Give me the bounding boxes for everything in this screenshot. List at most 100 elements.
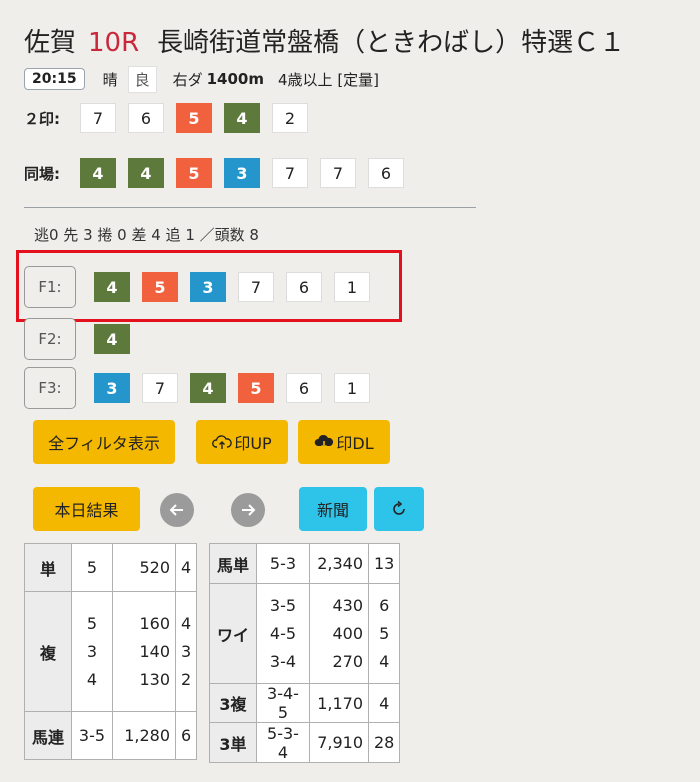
arrow-right-icon xyxy=(242,504,256,516)
divider xyxy=(24,207,476,208)
combo: 5 xyxy=(71,543,113,592)
race-info: 20:15 晴 良 右ダ 1400m 4歳以上 [定量] xyxy=(24,65,379,93)
horse-num: 7 xyxy=(142,373,178,403)
table-row: 3複 3-4-5 1,170 4 xyxy=(209,683,401,723)
popularity: 5 xyxy=(379,623,390,643)
conditions: 4歳以上 [定量] xyxy=(278,70,380,89)
course: 右ダ xyxy=(172,70,203,89)
table-row: 馬連 3-5 1,280 6 xyxy=(24,711,198,760)
combo: 5-3-4 xyxy=(256,722,310,763)
refresh-icon xyxy=(393,500,405,515)
amount: 7,910 xyxy=(309,722,369,763)
horse-num: 4 xyxy=(94,324,130,354)
bet-type: 複 xyxy=(24,591,72,712)
popularity: 4 xyxy=(174,543,198,592)
popularity: 28 xyxy=(367,722,401,763)
today-results-button[interactable]: 本日結果 xyxy=(33,487,140,531)
horse-num: 5 xyxy=(176,103,212,133)
horse-num: 7 xyxy=(320,158,356,188)
table-row: 3単 5-3-4 7,910 28 xyxy=(209,722,401,763)
horse-num: 6 xyxy=(286,373,322,403)
race-title: 佐賀 10R 長崎街道常盤橋（ときわばし）特選Ｃ１ xyxy=(24,22,625,59)
highlight-box xyxy=(16,250,402,322)
mark-dl-label: 印DL xyxy=(336,434,374,453)
amount: 400 xyxy=(332,623,363,643)
mark-up-label: 印UP xyxy=(234,434,272,453)
cloud-download-icon xyxy=(314,434,334,450)
newspaper-label: 新聞 xyxy=(316,501,349,520)
table-row: 複 5 3 4 160 140 130 4 3 2 xyxy=(24,591,198,712)
combo: 4 xyxy=(86,669,98,689)
post-time: 20:15 xyxy=(24,68,85,90)
today-results-label: 本日結果 xyxy=(54,501,119,520)
amount: 520 xyxy=(112,543,176,592)
table-row: 単 5 520 4 xyxy=(24,543,198,592)
filter-row-f3: F3: 3 7 4 5 6 1 xyxy=(24,367,382,409)
amount: 160 xyxy=(139,613,170,633)
amount: 430 xyxy=(332,595,363,615)
horse-num: 4 xyxy=(80,158,116,188)
combo-list: 3-5 4-5 3-4 xyxy=(256,583,310,684)
combo: 5 xyxy=(86,613,98,633)
arrow-left-icon xyxy=(169,504,183,516)
amount: 1,280 xyxy=(112,711,176,760)
popularity: 4 xyxy=(379,651,390,671)
doujo-row: 同場: 4 4 5 3 7 7 6 xyxy=(24,158,416,188)
horse-num: 4 xyxy=(224,103,260,133)
bet-type: 馬単 xyxy=(209,543,257,584)
table-row: ワイ 3-5 4-5 3-4 430 400 270 6 5 4 xyxy=(209,583,401,684)
bet-type: 馬連 xyxy=(24,711,72,760)
popularity: 4 xyxy=(367,683,401,723)
mark-dl-button[interactable]: 印DL xyxy=(298,420,390,464)
mark-up-button[interactable]: 印UP xyxy=(196,420,288,464)
combo-list: 5 3 4 xyxy=(71,591,113,712)
combo: 3-5 xyxy=(71,711,113,760)
popularity-list: 6 5 4 xyxy=(367,583,401,684)
amount-list: 160 140 130 xyxy=(112,591,176,712)
combo: 3-4-5 xyxy=(256,683,310,723)
filter-f3-button[interactable]: F3: xyxy=(24,367,76,409)
amount: 140 xyxy=(139,641,170,661)
venue-name: 佐賀 xyxy=(24,28,77,58)
horse-num: 7 xyxy=(80,103,116,133)
newspaper-button[interactable]: 新聞 xyxy=(299,487,367,531)
track-condition: 良 xyxy=(127,65,157,93)
horse-num: 6 xyxy=(128,103,164,133)
horse-num: 7 xyxy=(272,158,308,188)
amount: 270 xyxy=(332,651,363,671)
next-arrow-button[interactable] xyxy=(231,493,265,527)
combo: 3-4 xyxy=(269,651,297,671)
all-filter-button[interactable]: 全フィルタ表示 xyxy=(33,420,175,464)
horse-num: 1 xyxy=(334,373,370,403)
popularity: 2 xyxy=(181,669,192,689)
all-filter-label: 全フィルタ表示 xyxy=(48,434,160,453)
horse-num: 6 xyxy=(368,158,404,188)
nijirushi-row: ２印: 7 6 5 4 2 xyxy=(24,103,320,133)
cloud-upload-icon xyxy=(212,434,233,450)
payout-table-right: 馬単 5-3 2,340 13 ワイ 3-5 4-5 3-4 430 400 2… xyxy=(209,543,401,763)
row-label: ２印: xyxy=(24,109,60,128)
filter-f2-button[interactable]: F2: xyxy=(24,318,76,360)
bet-type: 3単 xyxy=(209,722,257,763)
race-number: 10R xyxy=(88,28,140,58)
popularity: 4 xyxy=(181,613,192,633)
bet-type: 3複 xyxy=(209,683,257,723)
popularity: 6 xyxy=(174,711,198,760)
bet-type: ワイ xyxy=(209,583,257,684)
refresh-button[interactable] xyxy=(374,487,424,531)
horse-num: 4 xyxy=(128,158,164,188)
horse-num: 2 xyxy=(272,103,308,133)
popularity: 6 xyxy=(379,595,390,615)
prev-arrow-button[interactable] xyxy=(160,493,194,527)
combo: 4-5 xyxy=(269,623,297,643)
payout-table-left: 単 5 520 4 複 5 3 4 160 140 130 4 3 2 馬連 3… xyxy=(24,543,198,760)
distance: 1400m xyxy=(206,70,265,88)
popularity: 3 xyxy=(181,641,192,661)
race-name: 長崎街道常盤橋（ときわばし）特選Ｃ１ xyxy=(157,28,626,58)
combo: 5-3 xyxy=(256,543,310,584)
weather: 晴 xyxy=(102,70,118,89)
run-style-summary: 逃0 先 3 捲 0 差 4 追 1 ／頭数 8 xyxy=(34,226,259,244)
horse-num: 5 xyxy=(176,158,212,188)
combo: 3 xyxy=(86,641,98,661)
amount: 1,170 xyxy=(309,683,369,723)
